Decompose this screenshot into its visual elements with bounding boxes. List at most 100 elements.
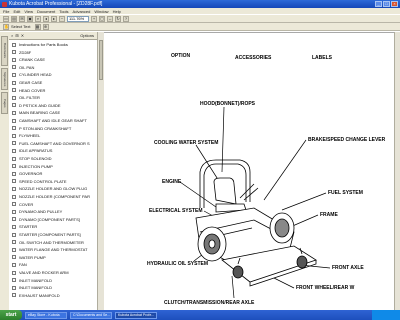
fit-width-icon[interactable]: ↔ bbox=[107, 15, 113, 22]
tab-pages[interactable]: Pages bbox=[1, 92, 8, 114]
document-view[interactable]: OPTION ACCESSORIES LABELS HOOD(BONNET)/R… bbox=[104, 32, 394, 310]
snapshot-icon[interactable]: ▦ bbox=[34, 23, 41, 30]
bookmark-icon bbox=[12, 80, 16, 85]
zoom-in-icon[interactable]: + bbox=[91, 15, 97, 22]
tab-signatures[interactable]: Signatures bbox=[1, 68, 8, 90]
bookmark-item[interactable]: EXHAUST MANIFOLD bbox=[12, 292, 60, 299]
fit-page-icon[interactable]: ▢ bbox=[99, 15, 105, 22]
bookmark-item[interactable]: DYNAMO AND PULLEY bbox=[12, 208, 62, 215]
bookmark-item[interactable]: GOVERNOR bbox=[12, 170, 42, 177]
expand-icon[interactable]: ⊞ bbox=[15, 33, 18, 38]
bookmark-item[interactable]: OIL SWITCH AND THERMOMETER bbox=[12, 239, 84, 246]
bookmark-item[interactable]: INJECTION PUMP bbox=[12, 163, 53, 170]
bookmark-icon bbox=[12, 262, 16, 267]
menu-help[interactable]: Help bbox=[113, 9, 121, 14]
bookmark-label: FAN bbox=[19, 262, 27, 268]
bookmarks-scrollbar[interactable] bbox=[97, 32, 104, 310]
bookmark-item[interactable]: INLET MANIFOLD bbox=[12, 277, 52, 284]
bookmark-label: STARTER [COMPONENT PARTS] bbox=[19, 232, 81, 237]
bookmark-item[interactable]: Instructions for Parts Books bbox=[12, 41, 68, 48]
bookmark-icon bbox=[12, 232, 16, 237]
scrollbar-thumb[interactable] bbox=[99, 40, 103, 80]
bookmark-icon bbox=[12, 42, 16, 47]
menu-tools[interactable]: Tools bbox=[59, 9, 68, 14]
menu-window[interactable]: Window bbox=[94, 9, 108, 14]
bookmarks-header: × ⊞ ✕ Options bbox=[9, 32, 97, 40]
first-page-icon[interactable]: ◂ bbox=[43, 15, 49, 22]
bookmark-item[interactable]: ZD28F bbox=[12, 49, 31, 56]
open-icon[interactable]: ▭ bbox=[3, 15, 9, 22]
taskbar-item-ebay[interactable]: eBay Store - Kubota bbox=[25, 311, 67, 319]
bookmark-item[interactable]: CYLINDER HEAD bbox=[12, 71, 51, 78]
bookmark-item[interactable]: WATER FLANGE AND THERMOSTAT bbox=[12, 246, 87, 253]
bookmark-item[interactable]: COVER bbox=[12, 201, 33, 208]
taskbar-item-acrobat[interactable]: Kubota Acrobat Profe... bbox=[115, 311, 157, 319]
bookmark-item[interactable]: NOZZLE HOLDER AND GLOW PLUG bbox=[12, 185, 87, 192]
next-page-icon[interactable]: ▸ bbox=[51, 15, 57, 22]
bookmark-icon bbox=[12, 57, 16, 62]
search-icon[interactable]: ⌕ bbox=[35, 15, 41, 22]
tab-bookmarks[interactable]: Bookmarks bbox=[1, 36, 8, 66]
close-button[interactable]: × bbox=[391, 1, 398, 7]
bookmark-item[interactable]: OIL FILTER bbox=[12, 94, 40, 101]
bookmark-label: INJECTION PUMP bbox=[19, 163, 53, 169]
bookmark-item[interactable]: GEAR CASE bbox=[12, 79, 42, 86]
bookmark-icon bbox=[12, 224, 16, 229]
bookmark-icon bbox=[12, 278, 16, 283]
zoom-tool-icon[interactable]: ⊕ bbox=[42, 23, 49, 30]
options-menu[interactable]: Options bbox=[80, 33, 94, 38]
select-text-button[interactable]: Select Text bbox=[11, 24, 31, 29]
bookmark-item[interactable]: STARTER bbox=[12, 223, 37, 230]
zoom-field[interactable]: 111.76% bbox=[67, 15, 89, 22]
delete-bookmark-icon[interactable]: ✕ bbox=[21, 33, 24, 38]
menu-advanced[interactable]: Advanced bbox=[73, 9, 91, 14]
bookmark-item[interactable]: MAIN BEARING CASE bbox=[12, 109, 60, 116]
menu-document[interactable]: Document bbox=[37, 9, 55, 14]
zoom-out-icon[interactable]: − bbox=[59, 15, 65, 22]
bookmark-item[interactable]: FUEL CAMSHAFT AND GOVERNOR S bbox=[12, 140, 90, 147]
bookmark-item[interactable]: P STON AND CRANKSHAFT bbox=[12, 125, 71, 132]
bookmark-label: STARTER bbox=[19, 224, 38, 230]
taskbar-item-documents[interactable]: C:\Documents and Se... bbox=[70, 311, 112, 319]
bookmark-icon bbox=[12, 72, 16, 77]
menu-file[interactable]: File bbox=[3, 9, 9, 14]
rotate-icon[interactable]: ↻ bbox=[115, 15, 121, 22]
bookmark-label: MAIN BEARING CASE bbox=[19, 110, 61, 116]
bookmark-label: GOVERNOR bbox=[19, 171, 43, 177]
minimize-button[interactable]: _ bbox=[375, 1, 382, 7]
menu-edit[interactable]: Edit bbox=[13, 9, 20, 14]
bookmark-label: ZD28F bbox=[19, 49, 32, 55]
bookmark-item[interactable]: STOP SOLENOID bbox=[12, 155, 52, 162]
bookmark-item[interactable]: STARTER [COMPONENT PARTS] bbox=[12, 231, 81, 238]
save-icon[interactable]: ▣ bbox=[27, 15, 33, 22]
bookmark-item[interactable]: D PSTICK AND GUIDE bbox=[12, 102, 61, 109]
bookmark-item[interactable]: OIL PAN bbox=[12, 64, 34, 71]
bookmark-item[interactable]: FAN bbox=[12, 261, 27, 268]
bookmark-icon bbox=[12, 255, 16, 260]
bookmark-item[interactable]: HEAD COVER bbox=[12, 87, 45, 94]
bookmark-item[interactable]: FLYWHEEL bbox=[12, 132, 40, 139]
bookmark-item[interactable]: CRANK CASE bbox=[12, 56, 45, 63]
maximize-button[interactable]: □ bbox=[383, 1, 390, 7]
document-scrollbar[interactable] bbox=[394, 32, 400, 310]
menu-view[interactable]: View bbox=[24, 9, 33, 14]
close-panel-icon[interactable]: × bbox=[11, 33, 13, 38]
bookmark-item[interactable]: IDLE APPARATUS bbox=[12, 147, 52, 154]
bookmark-item[interactable]: INLET MANIFOLD bbox=[12, 284, 52, 291]
bookmark-item[interactable]: CAMSHAFT AND IDLE GEAR SHAFT bbox=[12, 117, 87, 124]
hand-tool-icon[interactable]: ✋ bbox=[3, 23, 9, 30]
bookmark-item[interactable]: SPEED CONTROL PLATE bbox=[12, 178, 67, 185]
bookmark-icon bbox=[12, 179, 16, 184]
bookmark-icon bbox=[12, 156, 16, 161]
print-icon[interactable]: ▤ bbox=[11, 15, 17, 22]
bookmark-item[interactable]: DYNAMO [COMPONENT PARTS] bbox=[12, 216, 80, 223]
bookmark-item[interactable]: NOZZLE HOLDER (COMPONENT PAR bbox=[12, 193, 90, 200]
bookmark-icon bbox=[12, 270, 16, 275]
window-titlebar[interactable]: Kubota Acrobat Professional - [ZD28F.pdf… bbox=[0, 0, 400, 8]
help-icon[interactable]: ? bbox=[123, 15, 129, 22]
bookmark-item[interactable]: WATER PUMP bbox=[12, 254, 46, 261]
start-button[interactable]: start bbox=[0, 310, 22, 320]
bookmark-label: STOP SOLENOID bbox=[19, 156, 52, 161]
bookmark-item[interactable]: VALVE AND ROCKER ARM bbox=[12, 269, 69, 276]
email-icon[interactable]: ✉ bbox=[19, 15, 25, 22]
